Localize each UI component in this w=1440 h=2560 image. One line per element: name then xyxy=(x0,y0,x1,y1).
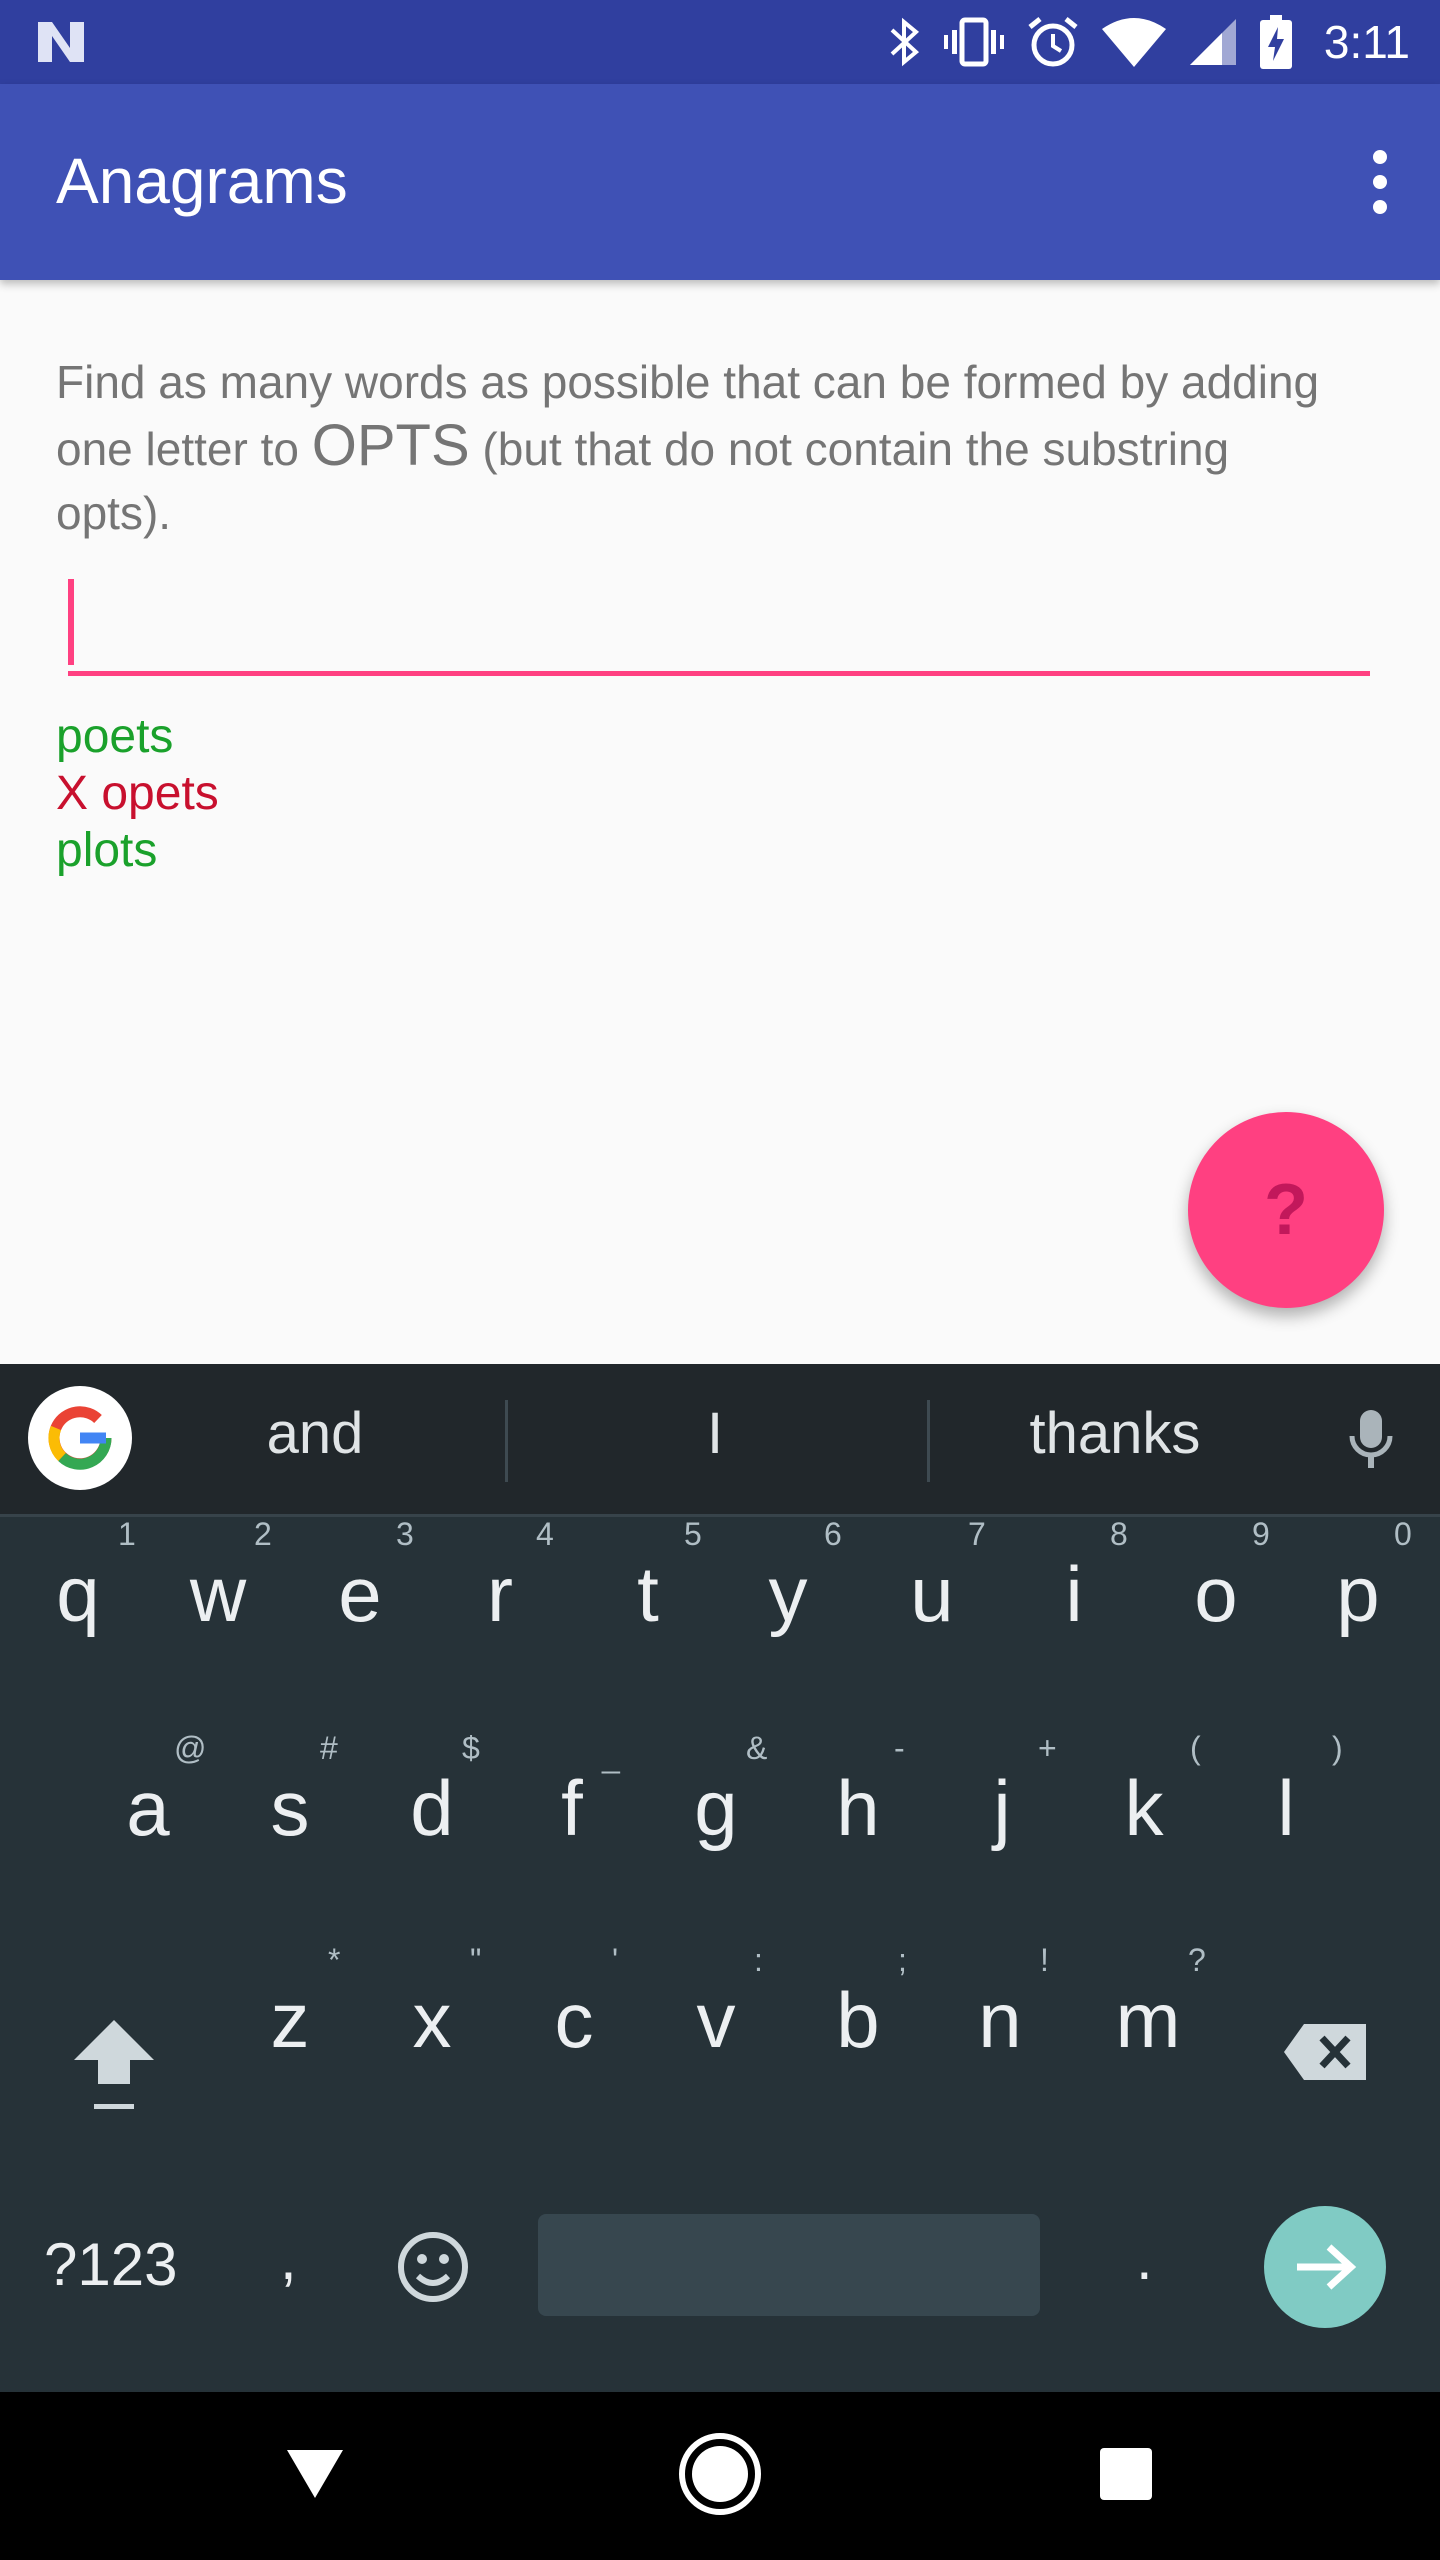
suggestion-1[interactable]: and xyxy=(200,1400,430,1467)
guess-item: poets xyxy=(56,710,174,763)
key-z[interactable]: z * xyxy=(250,1942,341,2060)
key-j[interactable]: j + xyxy=(962,1730,1056,1848)
google-icon[interactable] xyxy=(28,1386,132,1490)
enter-key[interactable] xyxy=(1264,2206,1386,2328)
microphone-icon[interactable] xyxy=(1346,1408,1396,1472)
backspace-icon[interactable] xyxy=(1282,2020,1370,2084)
key-f[interactable]: f _ xyxy=(532,1738,620,1848)
key-t[interactable]: t5 xyxy=(608,1516,702,1634)
android-n-icon xyxy=(38,22,84,62)
comma-key[interactable]: , xyxy=(280,2224,297,2293)
suggestion-3[interactable]: thanks xyxy=(980,1400,1250,1467)
word-input[interactable] xyxy=(68,575,1370,676)
key-a[interactable]: a @ xyxy=(108,1730,206,1848)
recents-icon[interactable] xyxy=(1098,2446,1154,2502)
key-w[interactable]: w2 xyxy=(178,1516,272,1634)
status-clock: 3:11 xyxy=(1323,16,1410,68)
key-v[interactable]: v: xyxy=(676,1942,763,2060)
key-s[interactable]: s # xyxy=(250,1730,338,1848)
wifi-icon xyxy=(1101,18,1166,67)
overflow-menu-icon[interactable] xyxy=(1356,150,1404,214)
key-p[interactable]: p0 xyxy=(1318,1516,1412,1634)
key-r[interactable]: r4 xyxy=(460,1516,554,1634)
key-d[interactable]: d $ xyxy=(392,1730,480,1848)
arrow-right-icon xyxy=(1297,2244,1357,2290)
key-c[interactable]: c ' xyxy=(534,1942,619,2060)
key-q[interactable]: q1 xyxy=(38,1516,136,1634)
key-k[interactable]: k( xyxy=(1104,1730,1201,1848)
home-icon[interactable] xyxy=(676,2430,764,2518)
key-i[interactable]: i8 xyxy=(1034,1516,1127,1634)
suggestion-divider xyxy=(927,1400,930,1482)
starter-word: OPTS xyxy=(311,413,470,478)
key-e[interactable]: e3 xyxy=(320,1516,414,1634)
navigation-bar xyxy=(0,2392,1440,2560)
key-u[interactable]: u7 xyxy=(892,1516,986,1634)
instructions-text: Find as many words as possible that can … xyxy=(56,350,1356,545)
app-title: Anagrams xyxy=(56,145,348,217)
key-m[interactable]: m? xyxy=(1108,1942,1206,2060)
shift-key[interactable] xyxy=(70,2014,158,2114)
text-cursor xyxy=(68,579,74,665)
guess-item: plots xyxy=(56,824,158,877)
guess-list: poets X opets plots xyxy=(56,708,219,879)
suggestion-strip: and I thanks xyxy=(0,1364,1440,1517)
symbols-key[interactable]: ?123 xyxy=(44,2230,177,2299)
key-o[interactable]: o9 xyxy=(1176,1516,1270,1634)
key-b[interactable]: b; xyxy=(818,1942,907,2060)
key-y[interactable]: y6 xyxy=(748,1516,842,1634)
key-n[interactable]: n! xyxy=(960,1942,1049,2060)
alarm-icon xyxy=(1028,17,1078,67)
help-icon: ? xyxy=(1264,1170,1308,1250)
status-bar: 3:11 xyxy=(0,0,1440,84)
soft-keyboard: and I thanks q1 w2 e3 r4 t5 y6 u7 i8 o9 … xyxy=(0,1364,1440,2392)
suggestion-2[interactable]: I xyxy=(600,1400,830,1467)
emoji-icon[interactable] xyxy=(396,2230,470,2304)
battery-charging-icon xyxy=(1259,15,1292,69)
space-key[interactable] xyxy=(538,2214,1040,2316)
app-bar: Anagrams xyxy=(0,84,1440,280)
signal-icon xyxy=(1189,19,1236,65)
help-fab-button[interactable]: ? xyxy=(1188,1112,1384,1308)
bluetooth-icon xyxy=(890,17,919,67)
back-icon[interactable] xyxy=(285,2446,345,2502)
key-l[interactable]: l) xyxy=(1246,1730,1342,1848)
guess-item: X opets xyxy=(56,767,219,820)
period-key[interactable]: . xyxy=(1136,2224,1153,2293)
key-g[interactable]: g & xyxy=(676,1730,767,1848)
suggestion-divider xyxy=(505,1400,508,1482)
key-h[interactable]: h- xyxy=(818,1730,904,1848)
key-x[interactable]: x " xyxy=(392,1942,482,2060)
vibrate-icon xyxy=(943,17,1004,67)
